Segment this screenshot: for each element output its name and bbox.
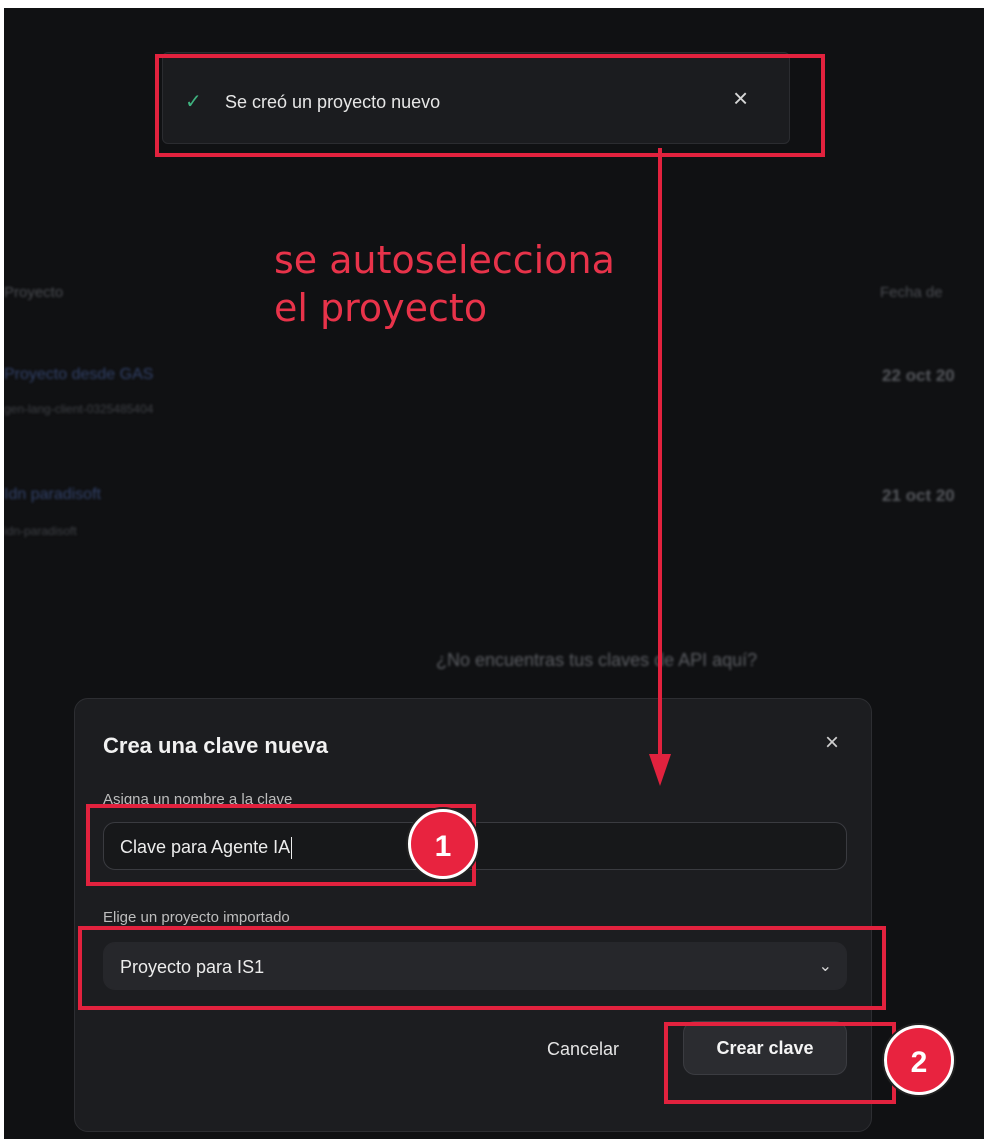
create-button-highlight <box>664 1022 896 1104</box>
toast-highlight <box>155 54 825 157</box>
step-badge-1: 1 <box>408 809 478 879</box>
step-badge-2: 2 <box>884 1025 954 1095</box>
project-select-highlight <box>78 926 886 1010</box>
app-screen: Proyecto Fecha de Proyecto desde GAS gen… <box>4 8 984 1139</box>
